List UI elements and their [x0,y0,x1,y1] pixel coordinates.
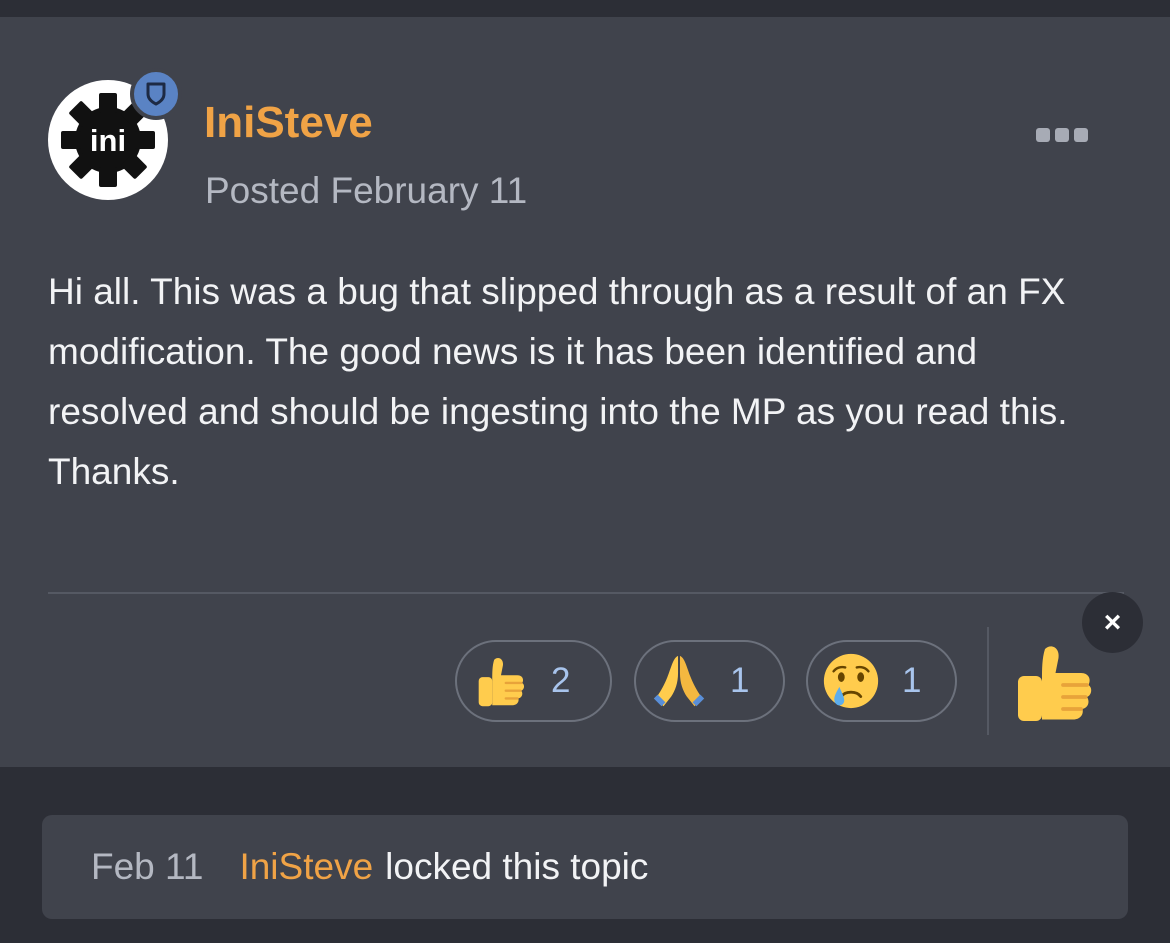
topic-activity: Feb 11 IniSteve locked this topic [42,815,1128,919]
thumbs-up-emoji-icon [478,657,525,707]
activity-date[interactable]: Feb 11 [91,846,203,888]
moderator-badge [130,68,182,120]
posted-date[interactable]: Posted February 11 [205,169,527,213]
post-body: Hi all. This was a bug that slipped thro… [48,271,1068,492]
reaction-count: 1 [730,661,750,700]
post-card: ini IniSteve Posted February 11 Hi all. … [0,17,1170,767]
more-options-icon[interactable] [1036,123,1088,147]
reaction-crying-face[interactable]: 1 [806,640,957,722]
reaction-count: 2 [551,661,571,700]
folded-hands-emoji-icon [653,655,705,707]
menu-dot [1074,128,1088,142]
reaction-count: 1 [902,661,922,700]
menu-dot [1036,128,1050,142]
divider [48,592,1124,594]
thumbs-up-icon [1018,646,1092,721]
react-button[interactable] [1006,637,1102,733]
activity-action: locked this topic [385,846,649,887]
activity-user-link[interactable]: IniSteve [239,846,373,888]
reaction-thumbs-up[interactable]: 2 [455,640,612,722]
reaction-separator [987,627,989,735]
avatar-text: ini [90,123,126,158]
shield-icon [146,82,166,106]
crying-face-emoji-icon [823,653,879,709]
menu-dot [1055,128,1069,142]
author-avatar[interactable]: ini [48,68,182,200]
author-name[interactable]: IniSteve [204,97,373,149]
reaction-folded-hands[interactable]: 1 [634,640,785,722]
